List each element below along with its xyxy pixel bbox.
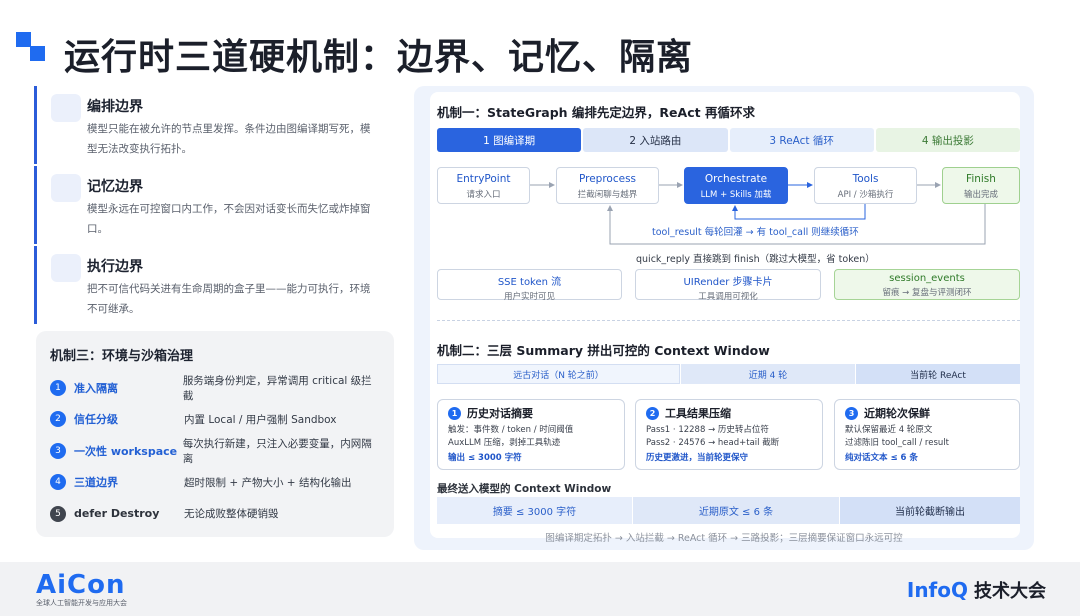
node-orchestrate: Orchestrate LLM + Skills 加载 — [684, 167, 788, 204]
diagram-inner: 机制一：StateGraph 编排先定边界，ReAct 再循环求 1 图编译期 … — [430, 92, 1020, 538]
node-name: EntryPoint — [456, 173, 511, 185]
node-finish: Finish 输出完成 — [942, 167, 1020, 204]
step-number-icon: 3 — [50, 442, 66, 459]
mechanism-three-panel: 机制三：环境与沙箱治理 1 准入隔离 服务端身份判定，异常调用 critical… — [36, 331, 394, 537]
mechanism-two-title: 机制二：三层 Summary 拼出可控的 Context Window — [437, 343, 770, 358]
card-title: 近期轮次保鲜 — [864, 407, 930, 420]
output-uirender-cards: UIRender 步骤卡片 工具调用可视化 — [635, 269, 821, 302]
scale-ancient: 远古对话（N 轮之前） — [437, 364, 680, 384]
aicon-logo: AiCon — [36, 570, 126, 600]
mechanism-three-title: 机制三：环境与沙箱治理 — [50, 349, 194, 364]
node-sub: LLM + Skills 加载 — [700, 190, 772, 200]
step-number-icon: 1 — [448, 406, 461, 420]
node-tools: Tools API / 沙箱执行 — [814, 167, 917, 204]
output-sub: 工具调用可视化 — [698, 292, 758, 302]
mech3-row: 4 三道边界 超时限制 + 产物大小 + 结构化输出 — [50, 467, 380, 499]
title-logo-mark — [16, 32, 50, 66]
mech3-row-label: 一次性 workspace — [74, 444, 178, 458]
step-number-icon: 5 — [50, 505, 66, 522]
card-line: 触发：事件数 / token / 时间阈值 — [448, 425, 574, 435]
card-line: Pass1 · 12288 → 历史转占位符 — [646, 425, 769, 435]
mech3-row: 5 defer Destroy 无论成败整体硬销毁 — [50, 498, 380, 530]
aicon-subtitle: 全球人工智能开发与应用大会 — [36, 599, 127, 607]
step-number-icon: 1 — [50, 379, 66, 396]
step-number-icon: 2 — [646, 406, 659, 420]
node-name: Tools — [852, 173, 879, 185]
card-title: 执行边界 — [87, 259, 143, 275]
mech3-row-desc: 超时限制 + 产物大小 + 结构化输出 — [184, 476, 352, 489]
mech3-row-label: 三道边界 — [74, 476, 118, 490]
mech3-row-desc: 无论成败整体硬销毁 — [184, 508, 279, 521]
card-footer: 历史更激进，当前轮更保守 — [646, 453, 749, 463]
card-badge-icon — [51, 174, 81, 202]
final-window-title: 最终送入模型的 Context Window — [437, 483, 612, 495]
step-number-icon: 4 — [50, 474, 66, 491]
mech3-row: 1 准入隔离 服务端身份判定，异常调用 critical 级拦截 — [50, 372, 380, 404]
card-title: 记忆边界 — [87, 179, 143, 195]
summary-card-history: 1 历史对话摘要 触发：事件数 / token / 时间阈值 AuxLLM 压缩，… — [437, 399, 625, 470]
final-bar-current: 当前轮截断输出 — [840, 497, 1020, 524]
card-badge-icon — [51, 254, 81, 282]
output-sub: 留痕 → 复盘与评测闭环 — [882, 288, 972, 298]
step-number-icon: 3 — [845, 406, 858, 420]
page-title: 运行时三道硬机制：边界、记忆、隔离 — [64, 37, 694, 78]
summary-card-tools: 2 工具结果压缩 Pass1 · 12288 → 历史转占位符 Pass2 · 2… — [635, 399, 823, 470]
quick-reply-label: quick_reply 直接跳到 finish（跳过大模型，省 token） — [636, 254, 875, 265]
mech3-row-label: 信任分级 — [74, 413, 118, 427]
final-bar-summary: 摘要 ≤ 3000 字符 — [437, 497, 632, 524]
mech3-row-label: 准入隔离 — [74, 381, 118, 395]
step-number-icon: 2 — [50, 411, 66, 428]
mech3-row-desc: 每次执行新建，只注入必要变量，内网隔离 — [182, 437, 372, 465]
output-name: UIRender 步骤卡片 — [683, 277, 773, 288]
card-line: AuxLLM 压缩，剥掉工具轨迹 — [448, 438, 561, 448]
card-title: 历史对话摘要 — [467, 407, 533, 420]
scale-recent: 近期 4 轮 — [681, 364, 855, 384]
mech3-row-desc: 内置 Local / 用户强制 Sandbox — [184, 413, 337, 426]
diagram-footnote: 图编译期定拓扑 → 入站拦截 → ReAct 循环 → 三路投影；三层摘要保证窗… — [545, 533, 903, 544]
scale-current: 当前轮 ReAct — [856, 364, 1020, 384]
node-sub: 输出完成 — [963, 190, 998, 200]
card-line: Pass2 · 24576 → head+tail 截断 — [646, 438, 780, 448]
mech3-row-label: defer Destroy — [74, 507, 160, 521]
node-sub: 请求入口 — [466, 190, 501, 200]
card-line: 默认保留最近 4 轮原文 — [845, 425, 933, 435]
output-name: session_events — [889, 273, 965, 284]
node-name: Preprocess — [578, 173, 637, 185]
card-footer: 输出 ≤ 3000 字符 — [448, 453, 522, 463]
card-title: 编排边界 — [87, 99, 143, 115]
card-footer: 纯对话文本 ≤ 6 条 — [845, 453, 918, 463]
output-name: SSE token 流 — [497, 277, 562, 288]
node-sub: 拦截闲聊与越界 — [577, 190, 638, 200]
output-sse-stream: SSE token 流 用户实时可见 — [437, 269, 622, 302]
card-badge-icon — [51, 94, 81, 122]
card-desc: 模型永远在可控窗口内工作，不会因对话变长而失忆或炸掉窗口。 — [87, 203, 371, 235]
section-divider — [437, 320, 1020, 321]
infoq-brand: InfoQ — [906, 578, 968, 602]
card-orchestration-boundary: 编排边界 模型只能在被允许的节点里发挥。条件边由图编译期写死，模型无法改变执行拓… — [34, 86, 392, 164]
card-title: 工具结果压缩 — [665, 407, 731, 420]
mech3-row-desc: 服务端身份判定，异常调用 critical 级拦截 — [182, 374, 372, 402]
node-name: Finish — [966, 173, 996, 185]
infoq-logo: InfoQ 技术大会 — [907, 577, 1046, 603]
card-desc: 模型只能在被允许的节点里发挥。条件边由图编译期写死，模型无法改变执行拓扑。 — [87, 123, 371, 155]
output-session-events: session_events 留痕 → 复盘与评测闭环 — [834, 269, 1020, 300]
node-entrypoint: EntryPoint 请求入口 — [437, 167, 530, 204]
card-desc: 把不可信代码关进有生命周期的盒子里——能力可执行，环境不可继承。 — [87, 283, 371, 315]
node-name: Orchestrate — [704, 173, 768, 185]
mechanism-diagram-panel: 机制一：StateGraph 编排先定边界，ReAct 再循环求 1 图编译期 … — [414, 86, 1034, 550]
card-line: 过滤陈旧 tool_call / result — [845, 438, 949, 448]
mech3-row: 3 一次性 workspace 每次执行新建，只注入必要变量，内网隔离 — [50, 435, 380, 467]
output-sub: 用户实时可见 — [503, 292, 555, 302]
node-preprocess: Preprocess 拦截闲聊与越界 — [556, 167, 659, 204]
summary-card-recent: 3 近期轮次保鲜 默认保留最近 4 轮原文 过滤陈旧 tool_call / re… — [834, 399, 1020, 470]
final-bar-recent: 近期原文 ≤ 6 条 — [633, 497, 839, 524]
mech3-row: 2 信任分级 内置 Local / 用户强制 Sandbox — [50, 404, 380, 436]
card-execution-boundary: 执行边界 把不可信代码关进有生命周期的盒子里——能力可执行，环境不可继承。 — [34, 246, 392, 324]
loop-label: tool_result 每轮回灌 → 有 tool_call 则继续循环 — [652, 227, 859, 238]
infoq-event-name: 技术大会 — [974, 581, 1046, 602]
card-memory-boundary: 记忆边界 模型永远在可控窗口内工作，不会因对话变长而失忆或炸掉窗口。 — [34, 166, 392, 244]
node-sub: API / 沙箱执行 — [837, 190, 894, 200]
